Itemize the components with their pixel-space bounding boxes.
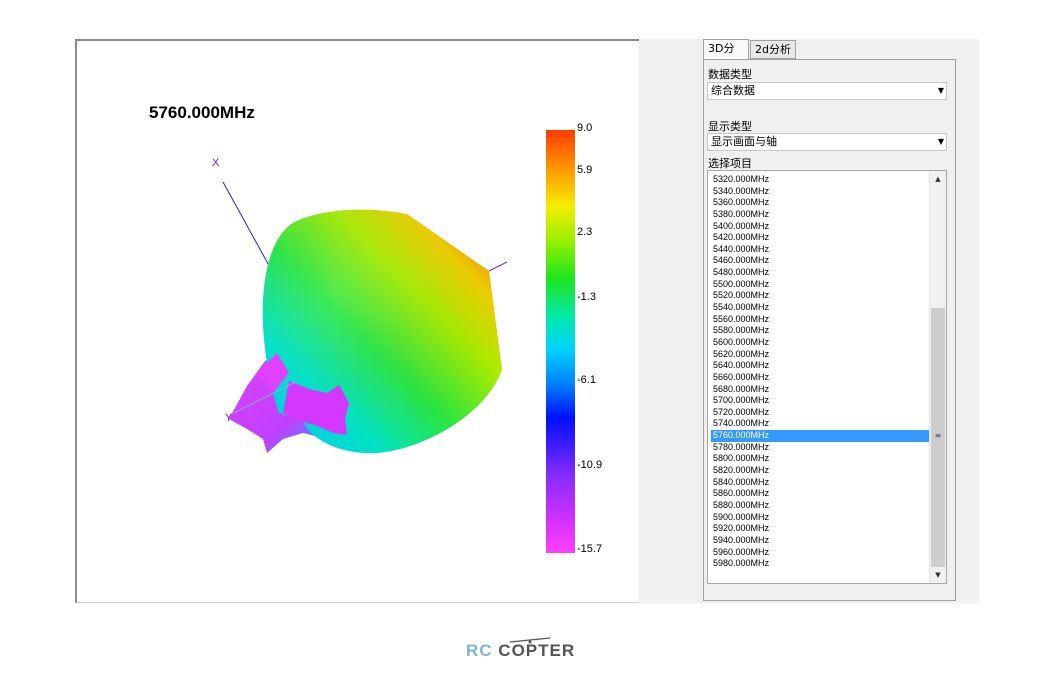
scroll-up-arrow-icon[interactable]: ▲ bbox=[930, 171, 946, 187]
list-item[interactable]: 5980.000MHz bbox=[711, 558, 929, 570]
list-item[interactable]: 5620.000MHz bbox=[711, 349, 929, 361]
x-axis-label: X bbox=[212, 157, 220, 169]
colorbar-tick: -6.1 bbox=[577, 374, 596, 386]
list-item[interactable]: 5900.000MHz bbox=[711, 512, 929, 524]
list-item[interactable]: 5840.000MHz bbox=[711, 477, 929, 489]
colorbar-tick: -1.3 bbox=[577, 291, 596, 303]
list-item[interactable]: 5560.000MHz bbox=[711, 314, 929, 326]
dropdown-arrow-icon: ▼ bbox=[937, 137, 944, 146]
listbox-scrollbar[interactable]: ▲ ≡ ▼ bbox=[929, 171, 946, 583]
scrollbar-thumb[interactable]: ≡ bbox=[931, 308, 945, 567]
list-item[interactable]: 5920.000MHz bbox=[711, 523, 929, 535]
control-panel: 3D分析 2d分析 数据类型 综合数据 ▼ 显示类型 显示画面与轴 ▼ 选择项目… bbox=[639, 39, 979, 603]
list-item[interactable]: 5520.000MHz bbox=[711, 290, 929, 302]
data-type-select[interactable]: 综合数据 ▼ bbox=[707, 82, 947, 100]
list-item[interactable]: 5380.000MHz bbox=[711, 209, 929, 221]
list-item[interactable]: 5880.000MHz bbox=[711, 500, 929, 512]
tab-2d-analysis[interactable]: 2d分析 bbox=[750, 40, 796, 59]
list-item[interactable]: 5360.000MHz bbox=[711, 197, 929, 209]
x-axis-line bbox=[222, 181, 273, 272]
scroll-down-arrow-icon[interactable]: ▼ bbox=[930, 567, 946, 583]
list-item[interactable]: 5440.000MHz bbox=[711, 244, 929, 256]
list-item[interactable]: 5660.000MHz bbox=[711, 372, 929, 384]
grip-icon: ≡ bbox=[934, 431, 942, 440]
list-item[interactable]: 5800.000MHz bbox=[711, 453, 929, 465]
list-item[interactable]: 5500.000MHz bbox=[711, 279, 929, 291]
list-item[interactable]: 5400.000MHz bbox=[711, 221, 929, 233]
list-item[interactable]: 5720.000MHz bbox=[711, 407, 929, 419]
colorbar-tick: 2.3 bbox=[577, 226, 593, 238]
logo-copter-text: COPTER bbox=[498, 641, 576, 660]
frequency-listbox[interactable]: 5320.000MHz 5340.000MHz 5360.000MHz 5380.00… bbox=[707, 170, 947, 584]
data-type-label: 数据类型 bbox=[708, 68, 752, 81]
z-axis-line bbox=[488, 261, 508, 272]
color-scale-bar bbox=[546, 130, 575, 553]
colorbar-tick: -15.7 bbox=[577, 543, 603, 555]
frequency-list: 5320.000MHz 5340.000MHz 5360.000MHz 5380.00… bbox=[711, 174, 929, 570]
list-item[interactable]: 5580.000MHz bbox=[711, 325, 929, 337]
data-type-value: 综合数据 bbox=[711, 84, 755, 97]
dropdown-arrow-icon: ▼ bbox=[937, 86, 944, 95]
tab-3d-analysis[interactable]: 3D分析 bbox=[703, 39, 749, 73]
display-type-select[interactable]: 显示画面与轴 ▼ bbox=[707, 133, 947, 151]
list-item[interactable]: 5700.000MHz bbox=[711, 395, 929, 407]
select-items-label: 选择项目 bbox=[708, 157, 752, 170]
display-type-label: 显示类型 bbox=[708, 120, 752, 133]
list-item[interactable]: 5420.000MHz bbox=[711, 232, 929, 244]
list-item[interactable]: 5540.000MHz bbox=[711, 302, 929, 314]
list-item[interactable]: 5960.000MHz bbox=[711, 547, 929, 559]
tab-page-3d: 数据类型 综合数据 ▼ 显示类型 显示画面与轴 ▼ 选择项目 5320.000M… bbox=[703, 59, 956, 601]
list-item[interactable]: 5740.000MHz bbox=[711, 418, 929, 430]
3d-view-panel[interactable]: X Y 5760.000MHz 9.0 5.9 2.3 -1.3 -6.1 -1… bbox=[75, 39, 639, 603]
list-item[interactable]: 5940.000MHz bbox=[711, 535, 929, 547]
y-axis-label: Y bbox=[225, 412, 233, 424]
list-item[interactable]: 5780.000MHz bbox=[711, 442, 929, 454]
colorbar-tick: 5.9 bbox=[577, 164, 593, 176]
list-item[interactable]: 5860.000MHz bbox=[711, 488, 929, 500]
list-item[interactable]: 5600.000MHz bbox=[711, 337, 929, 349]
list-item[interactable]: 5820.000MHz bbox=[711, 465, 929, 477]
list-item-selected[interactable]: 5760.000MHz bbox=[711, 430, 929, 442]
frequency-title: 5760.000MHz bbox=[149, 103, 255, 122]
list-item[interactable]: 5680.000MHz bbox=[711, 384, 929, 396]
colorbar-tick: -10.9 bbox=[577, 459, 603, 471]
colorbar-tick: 9.0 bbox=[577, 122, 593, 134]
display-type-value: 显示画面与轴 bbox=[711, 135, 777, 148]
rc-copter-logo: RC COPTER bbox=[466, 637, 590, 667]
list-item[interactable]: 5340.000MHz bbox=[711, 186, 929, 198]
list-item[interactable]: 5480.000MHz bbox=[711, 267, 929, 279]
app-window: X Y 5760.000MHz 9.0 5.9 2.3 -1.3 -6.1 -1… bbox=[0, 0, 1054, 681]
logo-rc-text: RC bbox=[466, 641, 493, 660]
list-item[interactable]: 5460.000MHz bbox=[711, 255, 929, 267]
list-item[interactable]: 5320.000MHz bbox=[711, 174, 929, 186]
list-item[interactable]: 5640.000MHz bbox=[711, 360, 929, 372]
